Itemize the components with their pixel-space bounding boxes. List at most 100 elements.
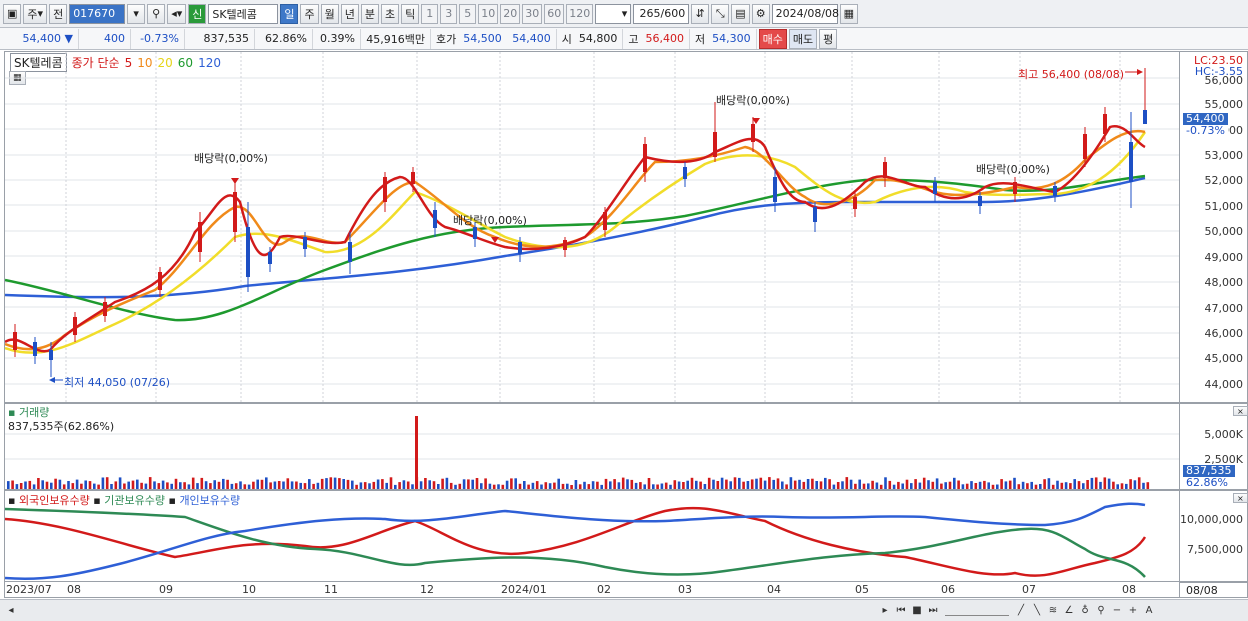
new-button[interactable]: 신 <box>188 3 207 24</box>
line-draw-icon[interactable]: ╱ <box>1014 603 1028 619</box>
volume-bar <box>385 482 388 489</box>
angle-icon[interactable]: ∠ <box>1062 603 1076 619</box>
fib-icon[interactable]: ≋ <box>1046 603 1060 619</box>
code-dropdown-icon[interactable]: ▾ <box>127 3 146 24</box>
volume-bar <box>1129 479 1132 489</box>
volume-bar <box>346 479 350 489</box>
volume-bar <box>376 479 380 489</box>
interval-60[interactable]: 60 <box>544 3 565 24</box>
chart-menu-icon[interactable]: ▣ <box>3 3 22 24</box>
volume-ratio: 62.86% <box>255 28 313 49</box>
volume-bar <box>273 481 277 489</box>
stock-name-field[interactable]: SK텔레콤 <box>208 3 279 24</box>
volume-bar <box>892 484 896 489</box>
volume-bar <box>617 482 621 489</box>
volume-bar <box>432 481 436 489</box>
y-tick: 5,000K <box>1204 428 1243 441</box>
volume-bar <box>970 481 973 489</box>
volume-bar <box>953 477 956 489</box>
volume-bar <box>1056 480 1059 489</box>
period-week[interactable]: 주 <box>300 3 319 24</box>
interval-120[interactable]: 120 <box>566 3 594 24</box>
volume-bar <box>256 479 259 489</box>
price-chart <box>5 52 1179 402</box>
buy-button[interactable]: 매수 <box>758 28 787 49</box>
period-second[interactable]: 초 <box>380 3 400 24</box>
forward-icon[interactable]: ⏭ <box>926 603 940 619</box>
y-tick: 44,000 <box>1204 378 1244 391</box>
prev-button[interactable]: 전 <box>49 3 68 24</box>
zoom-in-icon[interactable]: + <box>1126 603 1140 619</box>
cycle-icon[interactable]: ♁ <box>1078 603 1092 619</box>
volume-bar <box>209 483 212 489</box>
count-input[interactable]: 265/600 <box>633 3 690 24</box>
rewind-icon[interactable]: ⏮ <box>894 603 908 619</box>
volume-bar <box>901 483 904 489</box>
volume-bar <box>174 478 178 489</box>
interval-1[interactable]: 1 <box>421 3 439 24</box>
pane-close-icon[interactable]: × <box>1233 493 1248 503</box>
volume-bar <box>1039 484 1042 489</box>
scroll-right-icon[interactable]: ▸ <box>878 603 892 619</box>
line-draw-icon[interactable]: ╲ <box>1030 603 1044 619</box>
volume-bar <box>419 481 423 489</box>
volume-bar <box>355 484 358 489</box>
volume-bar <box>286 478 290 489</box>
volume-bar <box>832 484 836 489</box>
interval-30[interactable]: 30 <box>522 3 543 24</box>
period-month[interactable]: 월 <box>320 3 339 24</box>
volume-bar <box>213 480 216 489</box>
compare-icon[interactable]: ⇵ <box>691 3 710 24</box>
volume-bar <box>191 477 195 489</box>
calendar-icon[interactable]: ▦ <box>839 3 859 24</box>
text-tool-icon[interactable]: A <box>1142 603 1156 619</box>
stop-icon[interactable]: ■ <box>910 603 924 619</box>
volume-bar <box>1077 481 1081 489</box>
dividend-note: 배당락(0,00%) <box>976 163 1050 176</box>
volume-bar <box>114 481 118 489</box>
sell-button[interactable]: 매도 <box>788 28 818 49</box>
interval-5[interactable]: 5 <box>459 3 477 24</box>
period-year[interactable]: 년 <box>340 3 359 24</box>
volume-bar <box>187 484 191 489</box>
volume-bar <box>471 479 474 489</box>
avg-button[interactable]: 평 <box>819 28 838 49</box>
interval-20[interactable]: 20 <box>500 3 521 24</box>
volume-bar <box>940 483 943 489</box>
current-pct-box: -0.73% <box>1183 125 1228 137</box>
volume-bar <box>234 483 238 489</box>
volume-bar <box>630 479 634 489</box>
period-type-select[interactable]: 주 ▾ <box>23 3 48 24</box>
period-minute[interactable]: 분 <box>360 3 379 24</box>
volume-bar <box>1026 483 1029 489</box>
volume-bar <box>484 478 487 489</box>
magnify-icon[interactable]: ⚲ <box>1094 603 1108 619</box>
stock-code-input[interactable]: 017670 <box>69 3 126 24</box>
pane-close-icon[interactable]: × <box>1233 406 1248 416</box>
volume-bar <box>118 477 122 489</box>
interval-10[interactable]: 10 <box>478 3 499 24</box>
volume-bar <box>136 479 139 489</box>
volume-bar <box>84 480 87 489</box>
volume-bar <box>669 484 672 489</box>
volume-bar <box>798 479 801 489</box>
zoom-slider[interactable] <box>945 606 1009 616</box>
x-tick: 2024/01 <box>501 583 547 596</box>
search-icon[interactable]: ⚲ <box>147 3 166 24</box>
period-day[interactable]: 일 <box>280 3 299 24</box>
scroll-left-icon[interactable]: ◂ <box>4 603 18 619</box>
date-input[interactable]: 2024/08/08 <box>771 3 839 24</box>
volume-bar <box>957 480 960 489</box>
period-tick[interactable]: 틱 <box>401 3 420 24</box>
zoom-out-icon[interactable]: − <box>1110 603 1124 619</box>
volume-bar <box>639 482 642 489</box>
volume-bar <box>1125 483 1128 489</box>
scroll-track[interactable] <box>20 605 876 617</box>
volume-bar <box>93 483 96 489</box>
settings-icon[interactable]: ⚙ <box>751 3 770 24</box>
save-icon[interactable]: ▤ <box>731 3 750 24</box>
interval-custom-input[interactable]: ▾ <box>595 3 632 24</box>
line-tool-icon[interactable]: ⤡ <box>711 3 730 24</box>
speaker-icon[interactable]: ◂▾ <box>167 3 187 24</box>
interval-3[interactable]: 3 <box>440 3 458 24</box>
